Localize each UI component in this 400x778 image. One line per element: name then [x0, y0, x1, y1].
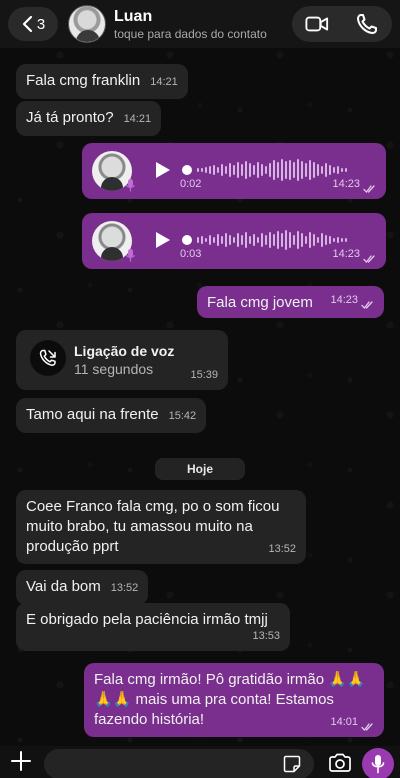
contact-avatar[interactable] — [68, 5, 106, 43]
video-call-icon[interactable] — [305, 13, 329, 35]
message-bubble-incoming[interactable]: Fala cmg franklin 14:21 — [16, 64, 188, 99]
call-actions — [292, 6, 392, 42]
camera-icon[interactable] — [328, 753, 352, 773]
contact-subtitle: toque para dados do contato — [114, 26, 267, 41]
sticker-icon[interactable] — [283, 755, 301, 773]
message-bubble-incoming[interactable]: Tamo aqui na frente 15:42 — [16, 398, 207, 433]
message-text: Fala cmg irmão! Pô gratidão irmão 🙏🙏🙏🙏 m… — [94, 671, 366, 728]
contact-info[interactable]: Luan toque para dados do contato — [114, 8, 292, 41]
message-time: 13:52 — [268, 543, 296, 555]
message-time: 13:53 — [252, 630, 280, 642]
message-bubble-outgoing[interactable]: Fala cmg irmão! Pô gratidão irmão 🙏🙏🙏🙏 m… — [84, 663, 384, 737]
unread-count: 3 — [36, 15, 46, 33]
call-duration: 11 segundos — [74, 361, 154, 377]
missed-call-icon — [39, 349, 56, 366]
message-text: Vai da bom — [26, 578, 101, 595]
message-bubble-outgoing[interactable]: Fala cmg jovem 14:23 — [197, 286, 384, 318]
message-text: Tamo aqui na frente — [26, 406, 159, 423]
composer-bar — [0, 746, 400, 778]
audio-waveform[interactable] — [182, 157, 352, 183]
chat-header: 3 Luan toque para dados do contato — [0, 0, 400, 48]
double-check-icon — [363, 255, 375, 263]
message-text: Já tá pronto? — [26, 109, 114, 126]
message-text: Fala cmg jovem — [207, 294, 313, 311]
call-icon-circle — [30, 340, 66, 376]
message-time: 14:21 — [123, 113, 152, 125]
message-bubble-incoming[interactable]: Já tá pronto? 14:21 — [16, 101, 162, 136]
message-text: Fala cmg franklin — [26, 72, 141, 89]
message-bubble-incoming[interactable]: Coee Franco fala cmg, po o som ficou mui… — [16, 490, 306, 564]
voice-record-button[interactable] — [362, 748, 394, 778]
chevron-left-icon — [22, 15, 32, 33]
message-time: 14:01 — [330, 716, 358, 728]
message-time: 14:23 — [332, 178, 360, 190]
message-bubble-incoming[interactable]: E obrigado pela paciência irmão tmjj 13:… — [16, 603, 290, 651]
voice-duration: 0:03 — [180, 248, 202, 260]
message-time: 14:21 — [150, 76, 178, 88]
plus-icon[interactable] — [10, 750, 32, 772]
contact-name: Luan — [114, 7, 153, 25]
audio-waveform[interactable] — [182, 227, 352, 253]
voice-message-bubble[interactable]: 0:03 14:23 — [82, 213, 386, 269]
voice-call-bubble[interactable]: Ligação de voz 11 segundos 15:39 — [16, 330, 228, 390]
voice-duration: 0:02 — [180, 178, 202, 190]
voice-message-bubble[interactable]: 0:02 14:23 — [82, 143, 386, 199]
message-time: 15:42 — [168, 410, 197, 422]
mic-icon — [126, 249, 135, 262]
call-title: Ligação de voz — [74, 343, 175, 359]
message-time: 15:39 — [190, 369, 218, 381]
message-time: 14:23 — [330, 294, 358, 306]
back-button[interactable]: 3 — [8, 7, 58, 41]
message-time: 13:52 — [110, 582, 139, 594]
message-time: 14:23 — [332, 248, 360, 260]
phone-call-icon[interactable] — [355, 13, 379, 35]
message-bubble-incoming[interactable]: Vai da bom 13:52 — [16, 570, 149, 605]
mic-icon — [126, 179, 135, 192]
play-icon[interactable] — [155, 231, 171, 249]
play-icon[interactable] — [155, 161, 171, 179]
microphone-icon — [371, 755, 385, 774]
message-input[interactable] — [44, 749, 314, 778]
message-text: E obrigado pela paciência irmão tmjj — [26, 611, 268, 628]
day-separator: Hoje — [155, 458, 245, 480]
double-check-icon — [361, 723, 373, 731]
double-check-icon — [361, 301, 373, 309]
message-text: Coee Franco fala cmg, po o som ficou mui… — [26, 498, 280, 555]
double-check-icon — [363, 185, 375, 193]
